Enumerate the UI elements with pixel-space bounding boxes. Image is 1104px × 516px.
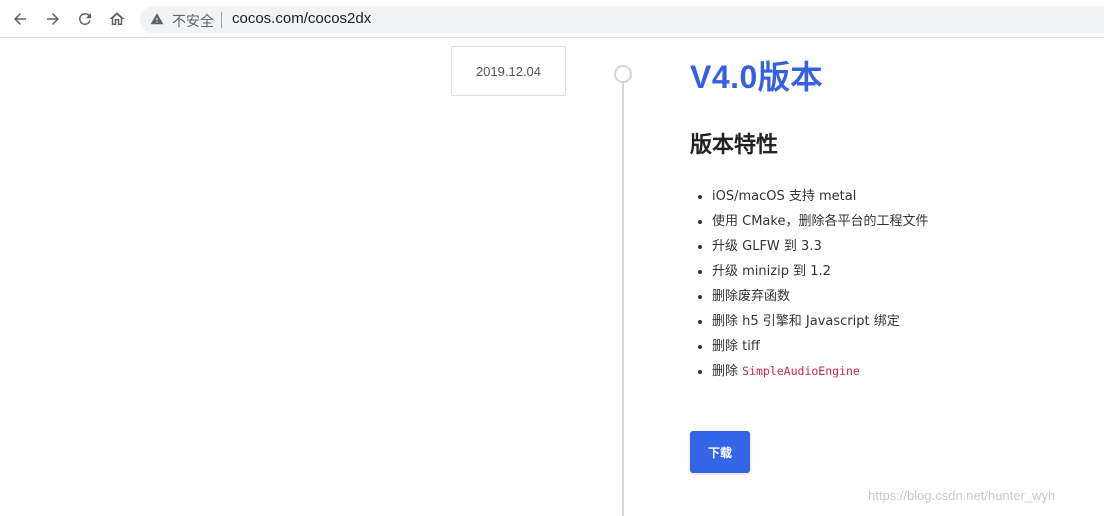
browser-toolbar: 不安全 cocos.com/cocos2dx <box>0 0 1104 38</box>
feature-item: 删除 SimpleAudioEngine <box>712 359 1072 384</box>
version-title: V4.0版本 <box>690 59 823 95</box>
release-date: 2019.12.04 <box>475 63 542 79</box>
feature-item: 删除 tiff <box>712 334 1072 359</box>
download-label: 下载 <box>707 445 732 460</box>
omnibox-divider <box>221 12 222 28</box>
feature-item: 删除废弃函数 <box>712 284 1072 309</box>
feature-code: SimpleAudioEngine <box>742 364 860 378</box>
feature-item: 使用 CMake，删除各平台的工程文件 <box>712 209 1072 234</box>
feature-item: iOS/macOS 支持 metal <box>712 184 1072 209</box>
feature-item: 删除 h5 引擎和 Javascript 绑定 <box>712 309 1072 334</box>
download-button[interactable]: 下载 <box>690 431 750 473</box>
forward-button[interactable] <box>41 7 65 31</box>
reload-button[interactable] <box>73 7 97 31</box>
timeline-line <box>622 82 624 516</box>
back-button[interactable] <box>8 7 32 31</box>
home-button[interactable] <box>105 7 129 31</box>
feature-item: 升级 GLFW 到 3.3 <box>712 234 1072 259</box>
address-bar[interactable]: 不安全 cocos.com/cocos2dx <box>140 6 1104 33</box>
reload-icon <box>78 12 91 25</box>
feature-prefix: 删除 <box>712 364 743 379</box>
arrow-right-icon <box>47 13 59 25</box>
warning-icon <box>150 13 164 25</box>
home-icon <box>109 12 125 25</box>
watermark: https://blog.csdn.net/hunter_wyh <box>868 488 1056 503</box>
url-text[interactable]: cocos.com/cocos2dx <box>232 10 371 27</box>
arrow-left-icon <box>14 13 26 25</box>
security-label[interactable]: 不安全 <box>172 11 214 31</box>
release-date-box: 2019.12.04 <box>451 46 566 96</box>
features-list: iOS/macOS 支持 metal 使用 CMake，删除各平台的工程文件 升… <box>690 184 1072 384</box>
timeline-dot <box>614 65 632 83</box>
features-heading: 版本特性 <box>690 133 779 158</box>
feature-item: 升级 minizip 到 1.2 <box>712 259 1072 284</box>
